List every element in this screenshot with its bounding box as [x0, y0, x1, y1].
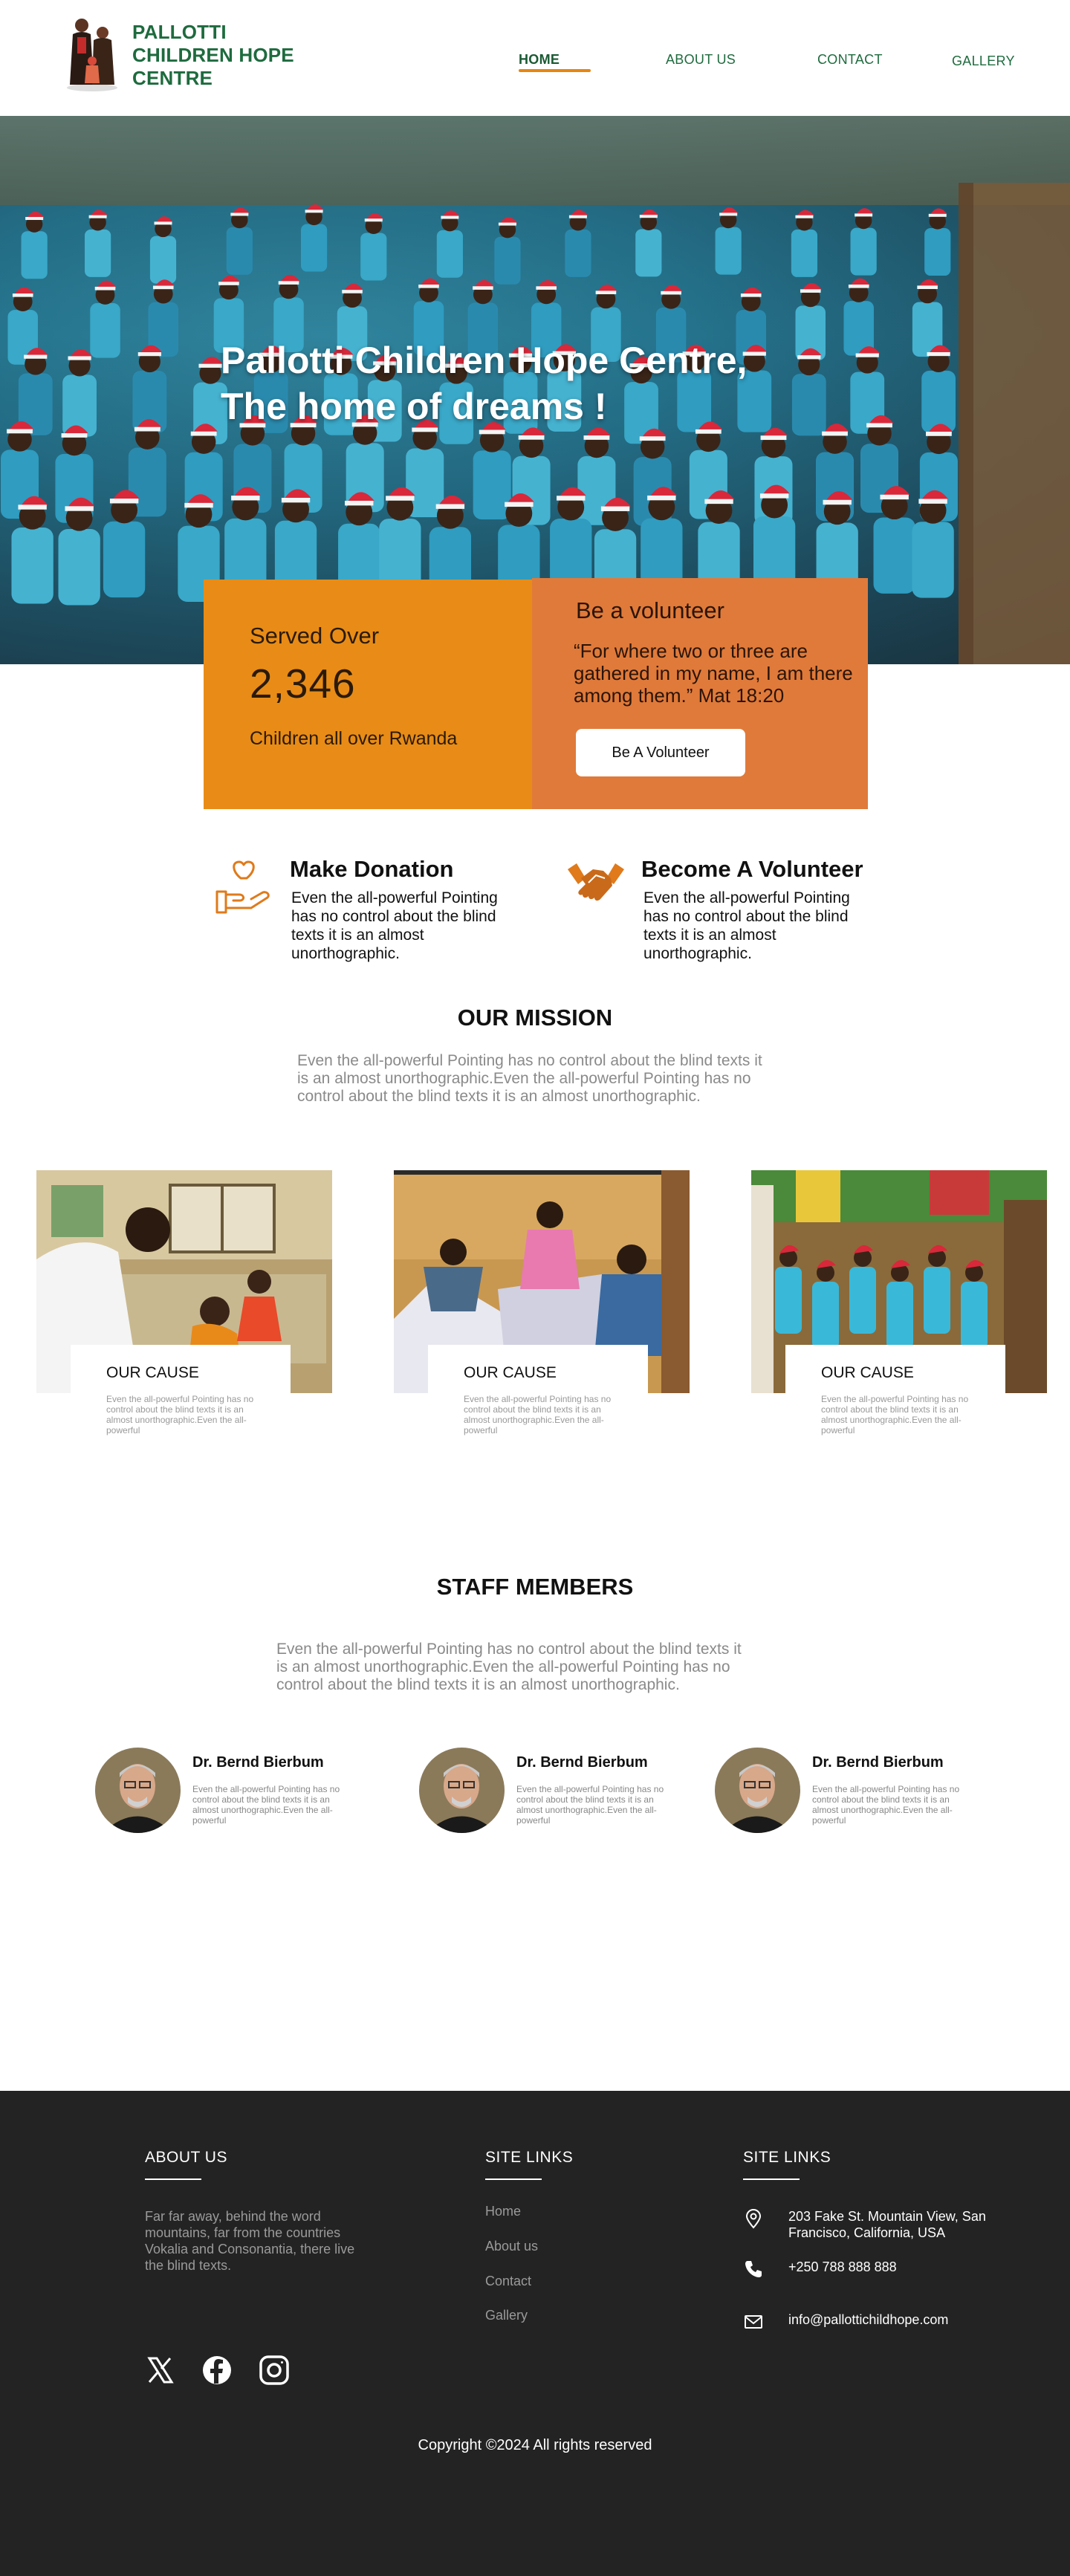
served-subtitle: Children all over Rwanda [250, 728, 458, 749]
staff-bio: Even the all-powerful Pointing has no co… [516, 1784, 664, 1826]
served-count: 2,346 [250, 661, 356, 707]
nav-home[interactable]: HOME [519, 52, 560, 68]
hero-title: Pallotti Children Hope Centre, The home … [221, 337, 747, 429]
volunteer-title: Be a volunteer [576, 597, 724, 623]
staff-bio: Even the all-powerful Pointing has no co… [812, 1784, 960, 1826]
mail-icon [743, 2311, 764, 2332]
nav-gallery[interactable]: GALLERY [952, 53, 1015, 69]
site-header: PALLOTTI CHILDREN HOPE CENTRE HOME ABOUT… [0, 0, 1070, 116]
staff-member[interactable]: Dr. Bernd Bierbum Even the all-powerful … [95, 1748, 363, 1837]
mission-title: OUR MISSION [457, 1005, 613, 1031]
footer-divider [743, 2178, 800, 2180]
cause-caption: OUR CAUSE Even the all-powerful Pointing… [428, 1345, 648, 1449]
cause-text: Even the all-powerful Pointing has no co… [464, 1394, 612, 1435]
footer-link-home[interactable]: Home [485, 2204, 521, 2219]
volunteer-box: Be a volunteer “For where two or three a… [532, 578, 868, 809]
phone-text: +250 788 888 888 [788, 2259, 897, 2274]
staff-bio: Even the all-powerful Pointing has no co… [192, 1784, 340, 1826]
instagram-icon[interactable] [258, 2354, 291, 2387]
footer-divider [485, 2178, 542, 2180]
copyright: Copyright ©2024 All rights reserved [418, 2437, 652, 2453]
cause-title: OUR CAUSE [464, 1364, 557, 1381]
be-a-volunteer-button[interactable]: Be A Volunteer [576, 729, 745, 776]
active-nav-indicator [519, 69, 591, 72]
footer-links-title: SITE LINKS [485, 2149, 574, 2166]
brand-line: PALLOTTI [132, 21, 227, 43]
footer-about-text: Far far away, behind the word mountains,… [145, 2209, 355, 2273]
handshake-icon [566, 856, 626, 915]
staff-title: STAFF MEMBERS [436, 1574, 634, 1600]
footer-contact-title: SITE LINKS [743, 2149, 831, 2166]
served-stat-box: Served Over 2,346 Children all over Rwan… [204, 580, 532, 809]
cause-text: Even the all-powerful Pointing has no co… [106, 1394, 254, 1435]
facebook-icon[interactable] [201, 2354, 233, 2387]
logo-icon[interactable] [64, 15, 120, 92]
hero-title-line: The home of dreams ! [221, 386, 607, 427]
brand-line: CHILDREN HOPE [132, 44, 294, 66]
email-text: info@pallottichildhope.com [788, 2312, 949, 2327]
footer-about-title: ABOUT US [145, 2149, 227, 2166]
staff-intro: Even the all-powerful Pointing has no co… [276, 1641, 742, 1693]
phone-icon [743, 2259, 764, 2280]
map-pin-icon [743, 2208, 764, 2229]
cause-card[interactable]: OUR CAUSE Even the all-powerful Pointing… [751, 1170, 1047, 1449]
brand-name[interactable]: PALLOTTI CHILDREN HOPE CENTRE [132, 21, 294, 90]
footer-link-contact[interactable]: Contact [485, 2274, 531, 2289]
cause-caption: OUR CAUSE Even the all-powerful Pointing… [71, 1345, 291, 1449]
served-label: Served Over [250, 623, 380, 649]
cause-caption: OUR CAUSE Even the all-powerful Pointing… [785, 1345, 1005, 1449]
cause-text: Even the all-powerful Pointing has no co… [821, 1394, 969, 1435]
footer-link-about[interactable]: About us [485, 2239, 538, 2254]
feature-title: Make Donation [290, 856, 454, 882]
volunteer-quote: “For where two or three are gathered in … [574, 640, 853, 707]
footer-divider [145, 2178, 201, 2180]
staff-member[interactable]: Dr. Bernd Bierbum Even the all-powerful … [419, 1748, 687, 1837]
feature-title: Become A Volunteer [641, 856, 863, 882]
nav-contact[interactable]: CONTACT [817, 52, 883, 68]
cause-card[interactable]: OUR CAUSE Even the all-powerful Pointing… [36, 1170, 332, 1449]
feature-text: Even the all-powerful Pointing has no co… [643, 889, 850, 962]
brand-line: CENTRE [132, 67, 213, 89]
x-icon[interactable] [143, 2354, 176, 2387]
nav-about[interactable]: ABOUT US [666, 52, 736, 68]
staff-name: Dr. Bernd Bierbum [516, 1754, 648, 1771]
staff-name: Dr. Bernd Bierbum [812, 1754, 944, 1771]
cause-card[interactable]: OUR CAUSE Even the all-powerful Pointing… [394, 1170, 690, 1449]
avatar [715, 1748, 800, 1833]
cause-title: OUR CAUSE [106, 1364, 199, 1381]
staff-name: Dr. Bernd Bierbum [192, 1754, 324, 1771]
site-footer: ABOUT US Far far away, behind the word m… [0, 2091, 1070, 2576]
heart-hand-icon [214, 856, 273, 915]
hero-title-line: Pallotti Children Hope Centre, [221, 340, 748, 381]
feature-text: Even the all-powerful Pointing has no co… [291, 889, 498, 962]
footer-link-gallery[interactable]: Gallery [485, 2308, 528, 2323]
avatar [419, 1748, 505, 1833]
mission-text: Even the all-powerful Pointing has no co… [297, 1052, 762, 1105]
avatar [95, 1748, 181, 1833]
address-text: 203 Fake St. Mountain View, San Francisc… [788, 2209, 986, 2240]
staff-member[interactable]: Dr. Bernd Bierbum Even the all-powerful … [715, 1748, 982, 1837]
cause-title: OUR CAUSE [821, 1364, 914, 1381]
